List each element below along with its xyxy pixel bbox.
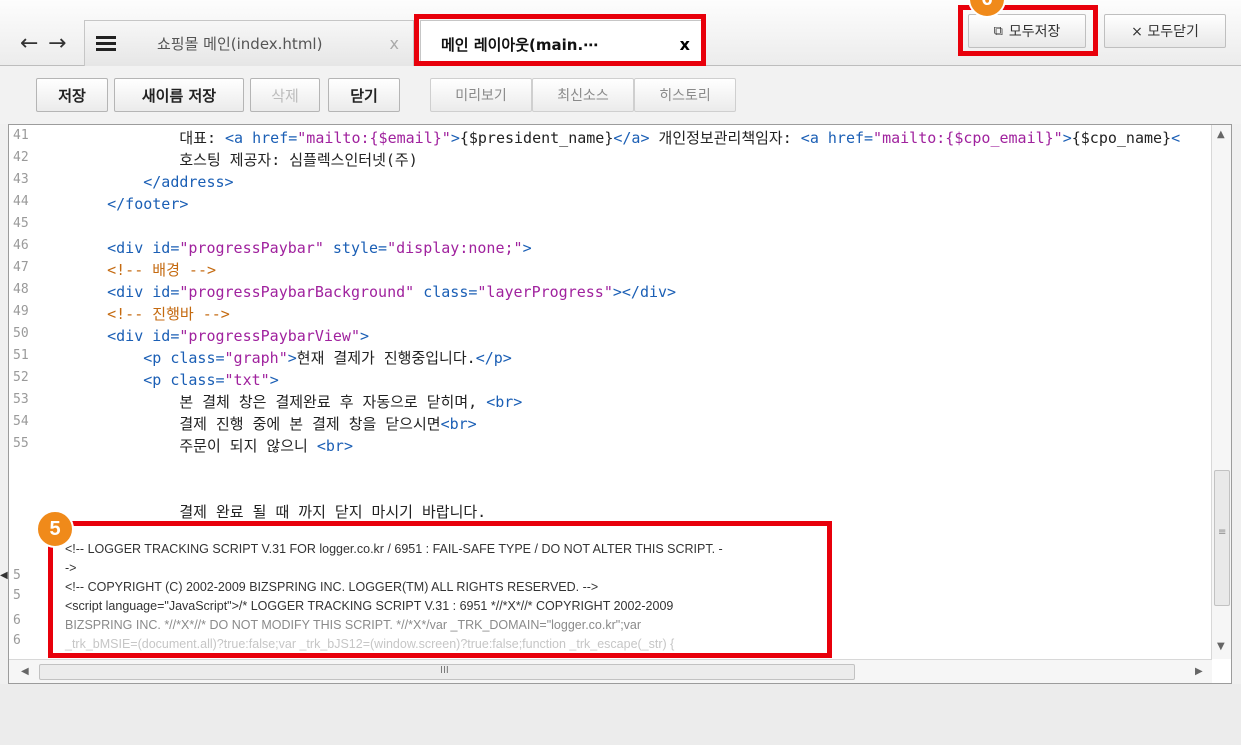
code-line: <!-- 진행바 --> [107, 305, 230, 323]
line-number: 43 [13, 172, 29, 187]
line-number: 42 [13, 150, 29, 165]
line-number: 6 [13, 633, 21, 648]
tab-label: 쇼핑몰 메인(index.html) [157, 35, 323, 53]
line-number: 55 [13, 436, 29, 451]
code-line: 호스팅 제공자: 심플렉스인터넷(주) [71, 151, 418, 169]
logger-line: <!-- COPYRIGHT (C) 2002-2009 BIZSPRING I… [65, 580, 599, 594]
logger-line: _trk_bMSIE=(document.all)?true:false;var… [65, 637, 675, 651]
logger-line: <!-- LOGGER TRACKING SCRIPT V.31 FOR log… [65, 542, 723, 556]
history-button[interactable]: 히스토리 [634, 78, 736, 112]
back-arrow-icon[interactable]: ← [20, 33, 38, 55]
scroll-right-icon[interactable]: ▶ [1195, 666, 1203, 677]
code-line: <!-- 배경 --> [107, 261, 217, 279]
line-number: 5 [13, 588, 21, 603]
step-badge-5: 5 [36, 510, 74, 548]
code-line: <div id="progressPaybarView"> [107, 327, 370, 345]
code-line: 결제 진행 중에 본 결제 창을 닫으시면<br> [71, 415, 477, 433]
line-number: 41 [13, 128, 29, 143]
scroll-up-icon[interactable]: ▲ [1217, 129, 1225, 140]
code-line: <p class="txt"> [143, 371, 279, 389]
tab-index-html[interactable]: 쇼핑몰 메인(index.html) x [84, 20, 414, 66]
code-line: <p class="graph">현재 결제가 진행중입니다.</p> [143, 349, 512, 367]
collapse-panel-icon[interactable]: ◀ [0, 570, 8, 594]
tab-list-icon[interactable] [96, 36, 116, 52]
logger-line: BIZSPRING INC. *//*X*//* DO NOT MODIFY T… [65, 618, 642, 632]
line-number: 51 [13, 348, 29, 363]
close-all-button[interactable]: × 모두닫기 [1104, 14, 1226, 48]
active-tab-highlight [414, 14, 706, 66]
editor-toolbar: 저장 새이름 저장 삭제 닫기 미리보기 최신소스 히스토리 [0, 66, 1241, 124]
status-bar [0, 684, 1241, 745]
line-number: 49 [13, 304, 29, 319]
code-line: 본 결체 창은 결제완료 후 자동으로 닫히며, <br> [71, 393, 523, 411]
scroll-left-icon[interactable]: ◀ [21, 666, 29, 677]
line-number: 44 [13, 194, 29, 209]
vertical-scroll-thumb[interactable]: ≡ [1214, 470, 1230, 606]
code-line: 결제 완료 될 때 까지 닫지 마시기 바랍니다. [71, 503, 487, 521]
latest-source-button[interactable]: 최신소스 [532, 78, 634, 112]
logger-line: <script language="JavaScript">/* LOGGER … [65, 599, 674, 613]
code-line: 대표: <a href="mailto:{$email}">{$presiden… [71, 129, 1181, 147]
code-line: <div id="progressPaybar" style="display:… [107, 239, 532, 257]
grip-icon: ≡ [1218, 527, 1227, 538]
delete-button[interactable]: 삭제 [250, 78, 320, 112]
vertical-scrollbar[interactable]: ▲ ≡ ▼ [1211, 125, 1231, 659]
line-number: 50 [13, 326, 29, 341]
line-number: 5 [13, 568, 21, 583]
line-number: 48 [13, 282, 29, 297]
close-all-label: × 모두닫기 [1131, 24, 1199, 40]
logger-line: -> [65, 561, 77, 575]
line-number: 45 [13, 216, 29, 231]
code-line: </footer> [107, 195, 189, 213]
save-as-button[interactable]: 새이름 저장 [114, 78, 244, 112]
line-number: 6 [13, 613, 21, 628]
code-line: </address> [143, 173, 234, 191]
logger-script-box: <!-- LOGGER TRACKING SCRIPT V.31 FOR log… [48, 521, 832, 658]
horizontal-scroll-thumb[interactable]: III [39, 664, 855, 680]
line-number: 47 [13, 260, 29, 275]
code-line: 주문이 되지 않으니 <br> [71, 437, 353, 455]
close-button[interactable]: 닫기 [328, 78, 400, 112]
horizontal-scrollbar[interactable]: ◀ III ▶ [9, 659, 1212, 683]
grip-icon: III [440, 665, 449, 676]
save-button[interactable]: 저장 [36, 78, 108, 112]
tab-close-icon[interactable]: x [390, 34, 399, 53]
line-number: 53 [13, 392, 29, 407]
line-number: 46 [13, 238, 29, 253]
code-line: <div id="progressPaybarBackground" class… [107, 283, 677, 301]
line-number: 54 [13, 414, 29, 429]
line-number: 52 [13, 370, 29, 385]
forward-arrow-icon[interactable]: → [48, 33, 66, 55]
preview-button[interactable]: 미리보기 [430, 78, 532, 112]
scroll-down-icon[interactable]: ▼ [1217, 641, 1225, 652]
